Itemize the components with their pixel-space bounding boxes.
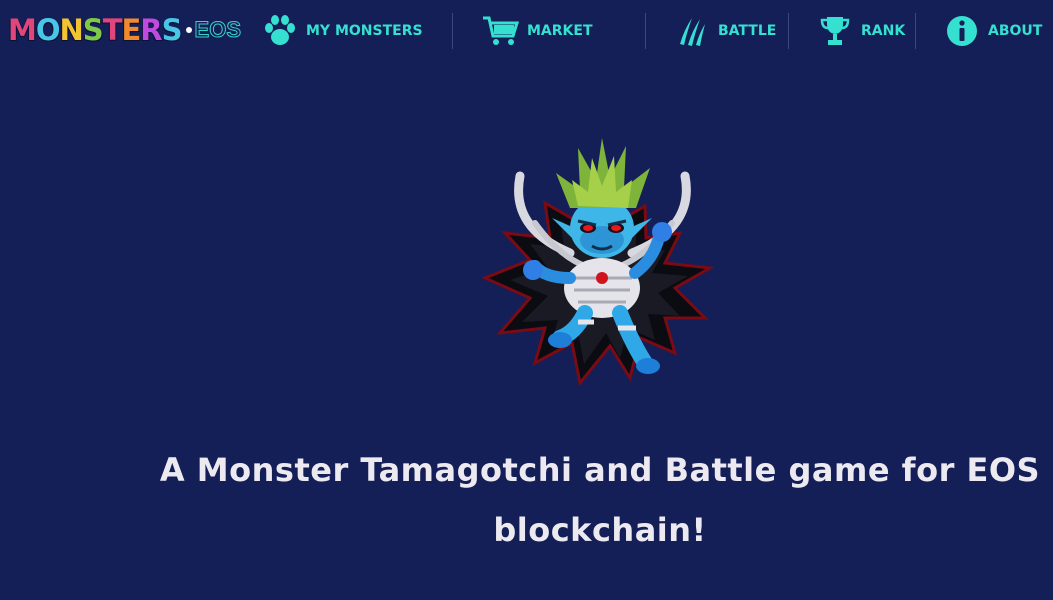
logo-wordmark: M O N S T E R S	[8, 13, 183, 47]
monsters-eos-logo[interactable]: M O N S T E R S EOS	[8, 10, 242, 50]
info-icon	[942, 11, 982, 51]
logo-letter: S	[82, 13, 104, 47]
cart-icon	[481, 11, 521, 51]
logo-eos-suffix: EOS	[194, 17, 241, 43]
nav-label: RANK	[861, 23, 906, 39]
monster-hair	[556, 138, 650, 208]
trophy-icon	[815, 11, 855, 51]
logo-letter: T	[102, 13, 123, 47]
logo-letter: M	[8, 13, 37, 47]
nav-label: BATTLE	[718, 23, 777, 39]
logo-letter: E	[121, 13, 141, 47]
nav-label: ABOUT	[988, 23, 1043, 39]
main-nav: MY MONSTERS MARKET BATTLE RANK ABOUT	[250, 10, 1053, 52]
logo-dot	[185, 27, 192, 33]
monster-illustration	[460, 128, 740, 398]
nav-about[interactable]: ABOUT	[916, 10, 1053, 52]
claw-icon	[672, 11, 712, 51]
nav-battle[interactable]: BATTLE	[646, 10, 788, 52]
nav-my-monsters[interactable]: MY MONSTERS	[250, 10, 452, 52]
logo-letter: S	[161, 13, 183, 47]
top-navigation-bar: M O N S T E R S EOS MY MONSTERS MARKET B…	[0, 0, 1053, 62]
nav-rank[interactable]: RANK	[789, 10, 915, 52]
logo-letter: N	[59, 13, 84, 47]
nav-label: MY MONSTERS	[306, 23, 423, 39]
logo-letter: R	[140, 13, 162, 47]
nav-market[interactable]: MARKET	[453, 10, 645, 52]
nav-label: MARKET	[527, 23, 593, 39]
hero-tagline: A Monster Tamagotchi and Battle game for…	[159, 451, 1041, 549]
paw-icon	[260, 11, 300, 51]
logo-letter: O	[35, 13, 61, 47]
